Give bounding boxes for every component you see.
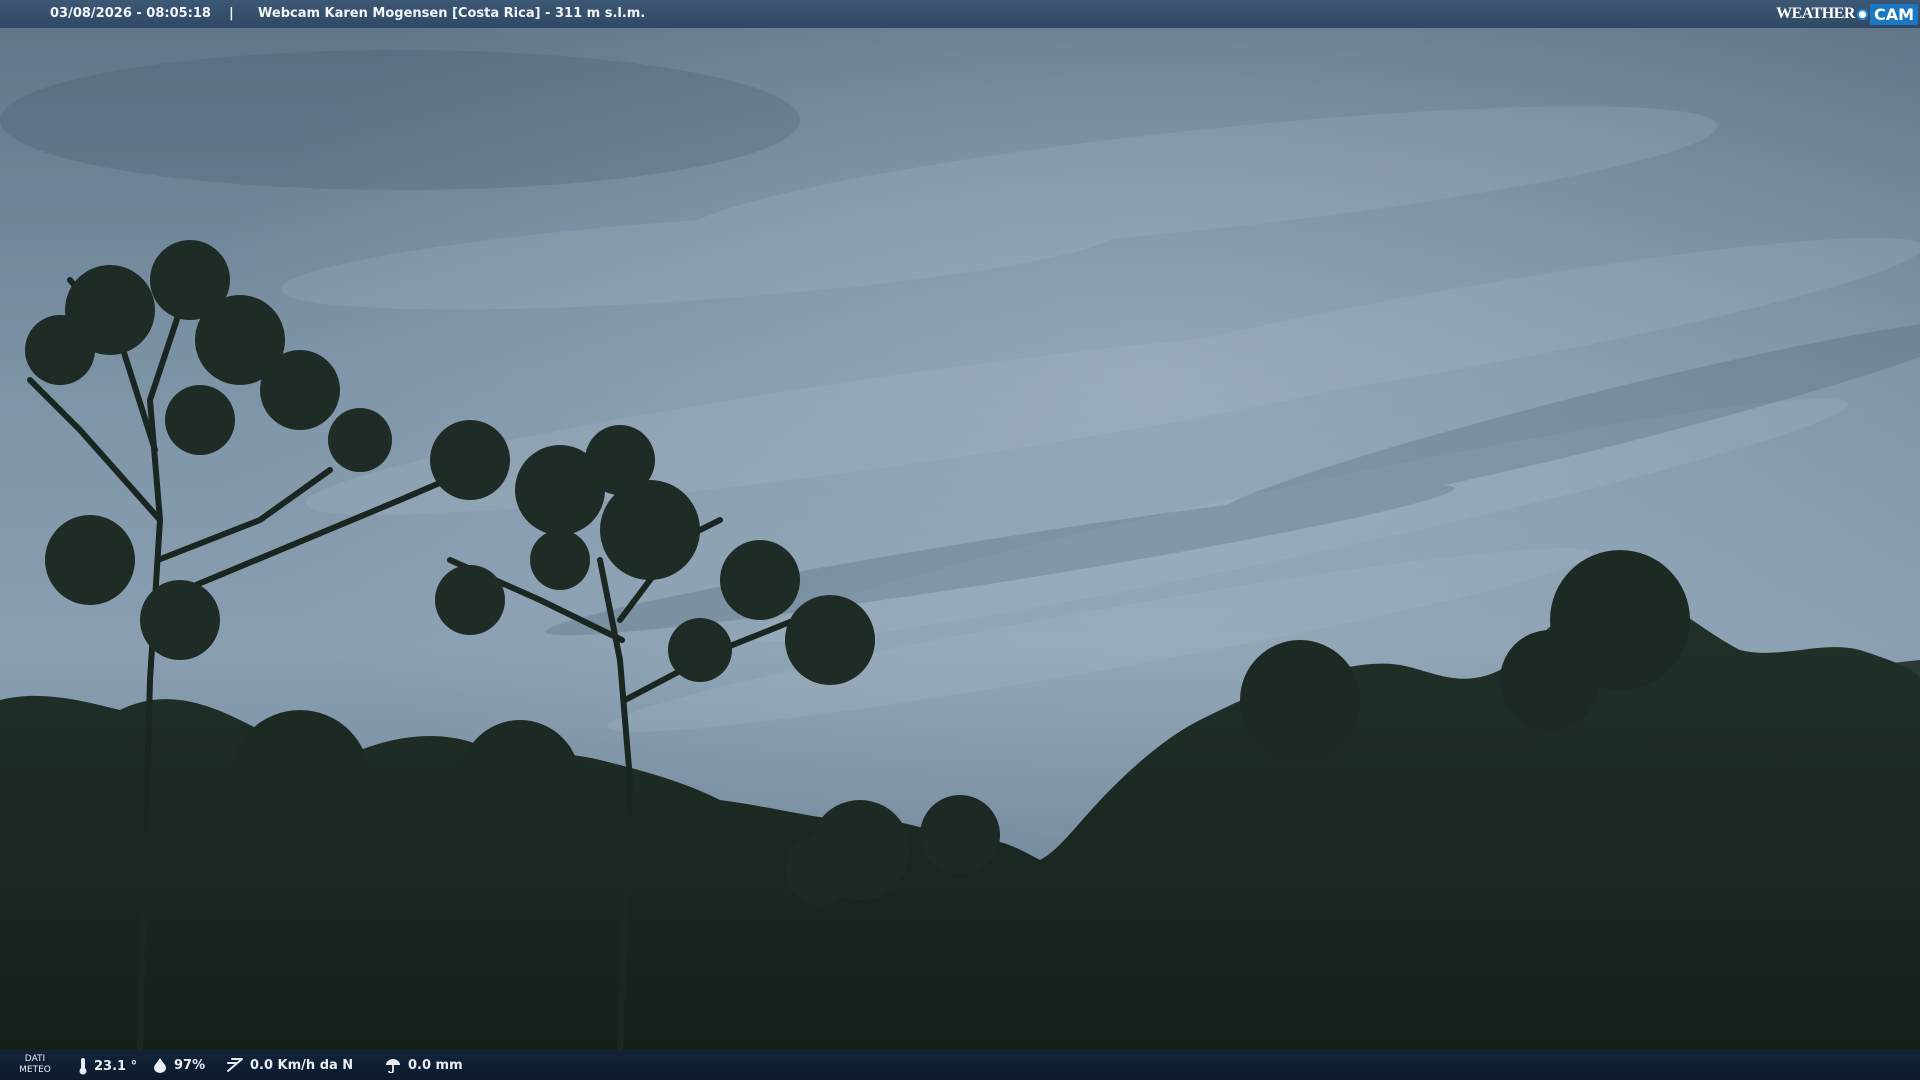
humidity-value: 97% bbox=[174, 1057, 206, 1073]
wind-icon bbox=[226, 1057, 244, 1073]
humidity-reading: 97% bbox=[152, 1057, 205, 1073]
timestamp: 03/08/2026 - 08:05:18 bbox=[50, 6, 211, 21]
wind-value: 0.0 Km/h da N bbox=[250, 1057, 354, 1073]
webcam-title: Webcam Karen Mogensen [Costa Rica] - 311… bbox=[258, 6, 646, 21]
thermometer-icon bbox=[78, 1057, 88, 1075]
dati-label: DATI bbox=[24, 1054, 46, 1064]
webcam-image bbox=[0, 0, 1920, 1080]
rain-reading: 0.0 mm bbox=[384, 1057, 463, 1073]
meteo-label: METEO bbox=[19, 1065, 51, 1075]
dati-meteo-label: DATI METEO bbox=[14, 1054, 56, 1076]
temperature-reading: 23.1 ° bbox=[78, 1057, 137, 1075]
temperature-value: 23.1 ° bbox=[94, 1058, 138, 1074]
wind-reading: 0.0 Km/h da N bbox=[226, 1057, 353, 1073]
rain-icon bbox=[384, 1057, 402, 1073]
separator: | bbox=[229, 6, 234, 21]
logo-weather-text: WEATHER bbox=[1776, 5, 1855, 22]
weathercam-logo: WEATHER CAM bbox=[1776, 1, 1918, 27]
weather-data-bar: DATI METEO 23.1 ° 97% 0.0 Km/h da N 0.0 … bbox=[0, 1050, 1920, 1080]
rain-value: 0.0 mm bbox=[408, 1057, 463, 1073]
humidity-icon bbox=[152, 1057, 168, 1073]
logo-dot-icon bbox=[1856, 8, 1868, 20]
top-info-bar: 03/08/2026 - 08:05:18 | Webcam Karen Mog… bbox=[0, 0, 1920, 28]
logo-cam-text: CAM bbox=[1869, 3, 1918, 25]
